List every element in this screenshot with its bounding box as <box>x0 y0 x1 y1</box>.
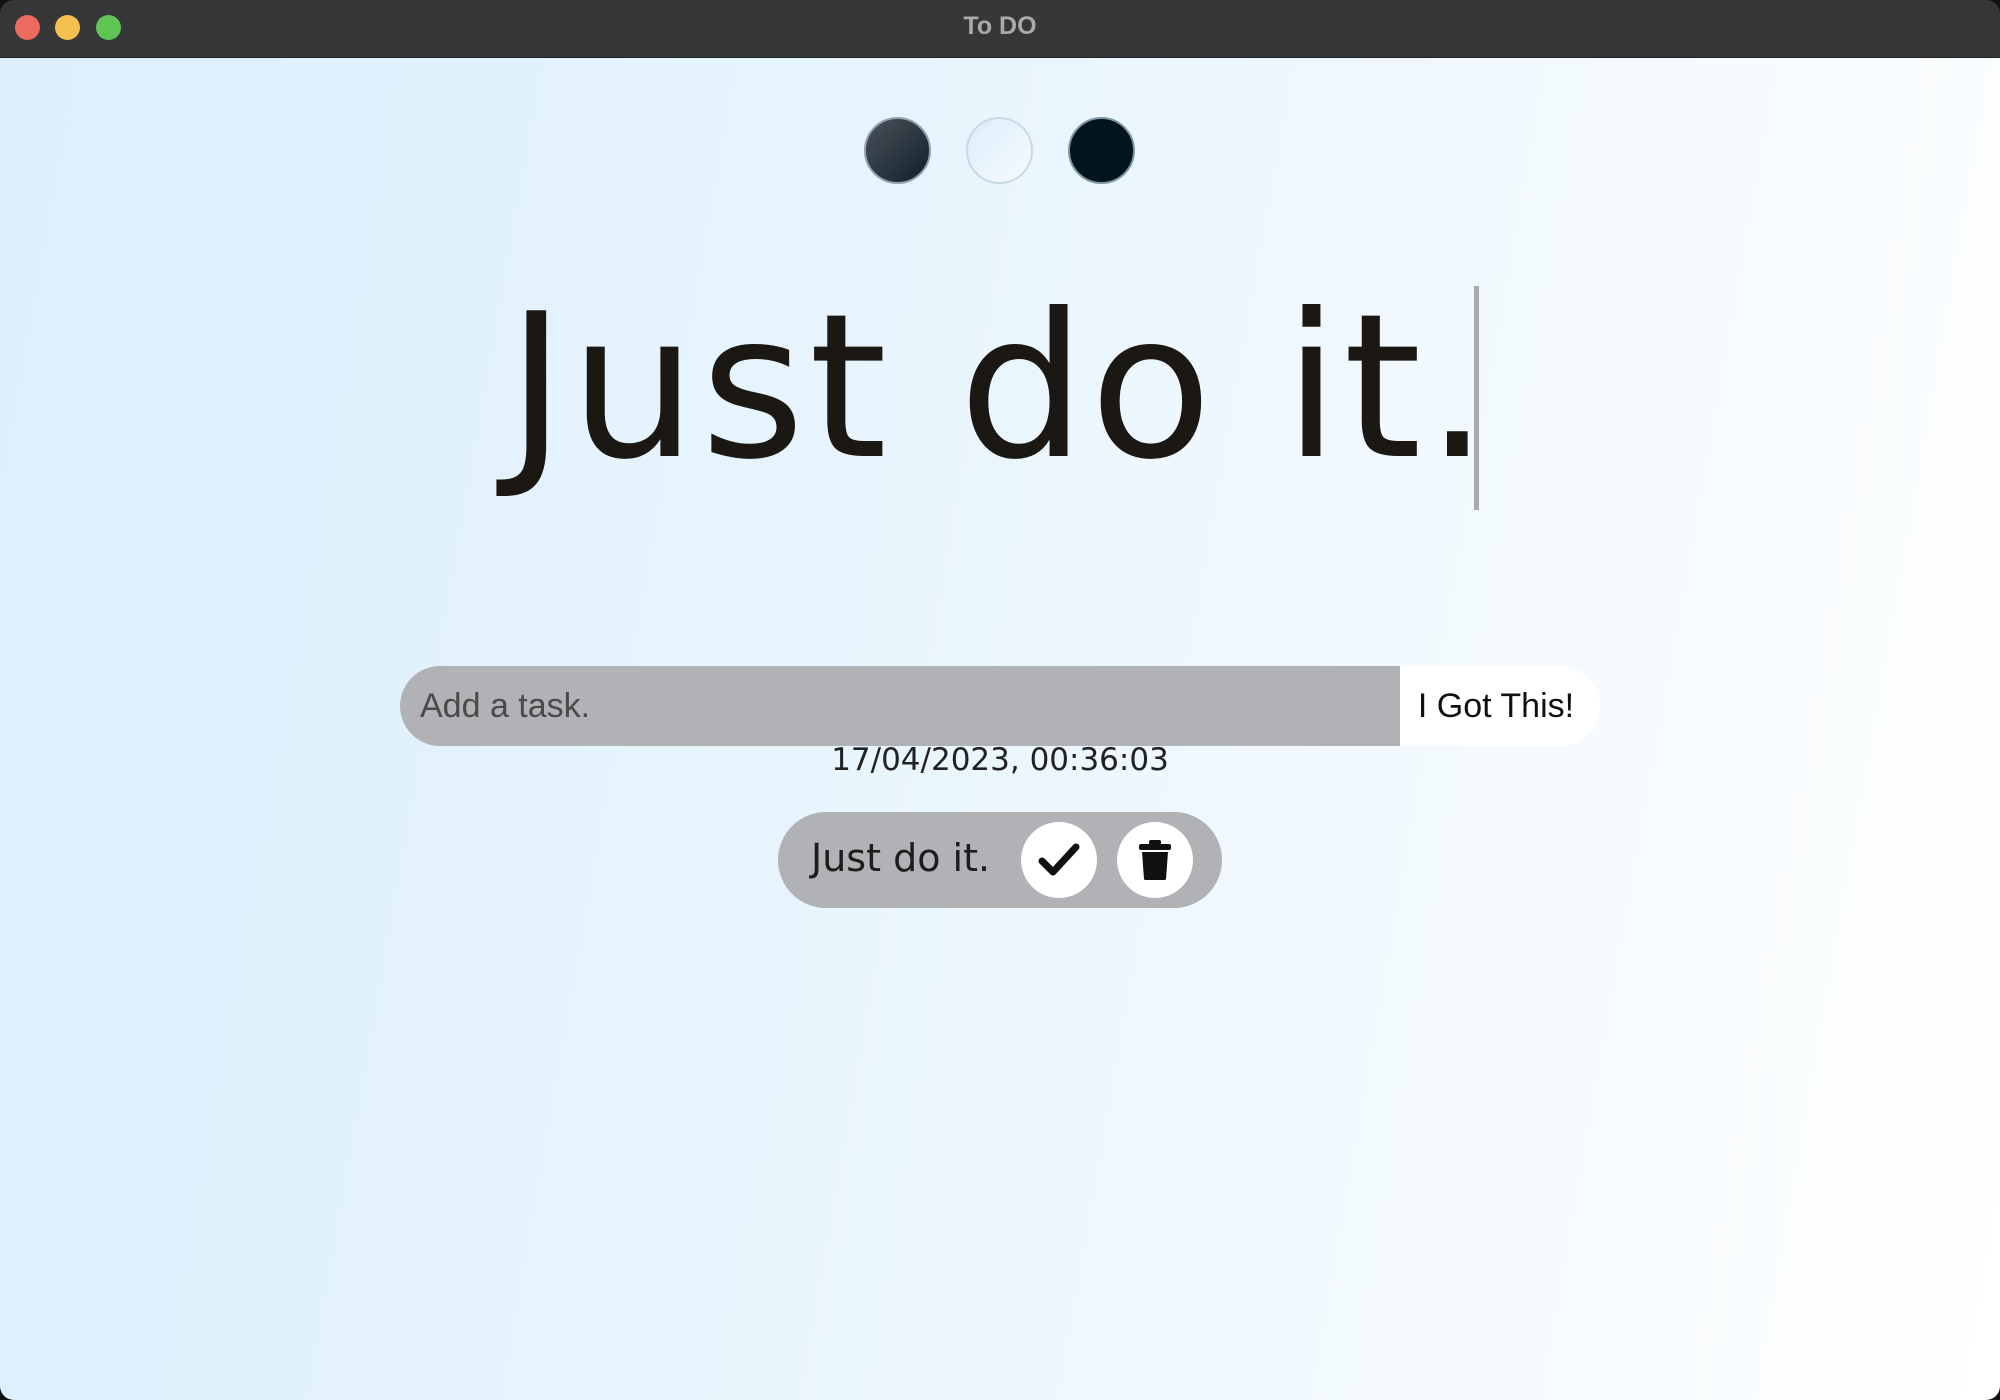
main-content: Just do it. I Got This! 17/04/2023, 00:3… <box>0 58 2000 1400</box>
add-task-form: I Got This! <box>400 666 1600 746</box>
title-bar: To DO <box>0 0 2000 58</box>
check-icon <box>1038 843 1080 876</box>
theme-light-button[interactable] <box>966 117 1033 184</box>
text-cursor <box>1474 286 1479 510</box>
current-datetime: 17/04/2023, 00:36:03 <box>831 742 1169 778</box>
theme-darker-button[interactable] <box>1068 117 1135 184</box>
window-title: To DO <box>963 12 1037 40</box>
delete-task-button[interactable] <box>1117 822 1193 898</box>
todo-item-text: Just do it. <box>811 836 991 880</box>
page-title: Just do it. <box>506 271 1494 504</box>
app-window: To DO Just do it. I Got This! 17/04/2023… <box>0 0 2000 1400</box>
task-input[interactable] <box>400 666 1400 746</box>
complete-task-button[interactable] <box>1021 822 1097 898</box>
theme-standard-button[interactable] <box>864 117 931 184</box>
trash-icon <box>1139 840 1171 880</box>
todo-list-item: Just do it. <box>778 812 1222 908</box>
add-task-button[interactable]: I Got This! <box>1400 666 1600 746</box>
